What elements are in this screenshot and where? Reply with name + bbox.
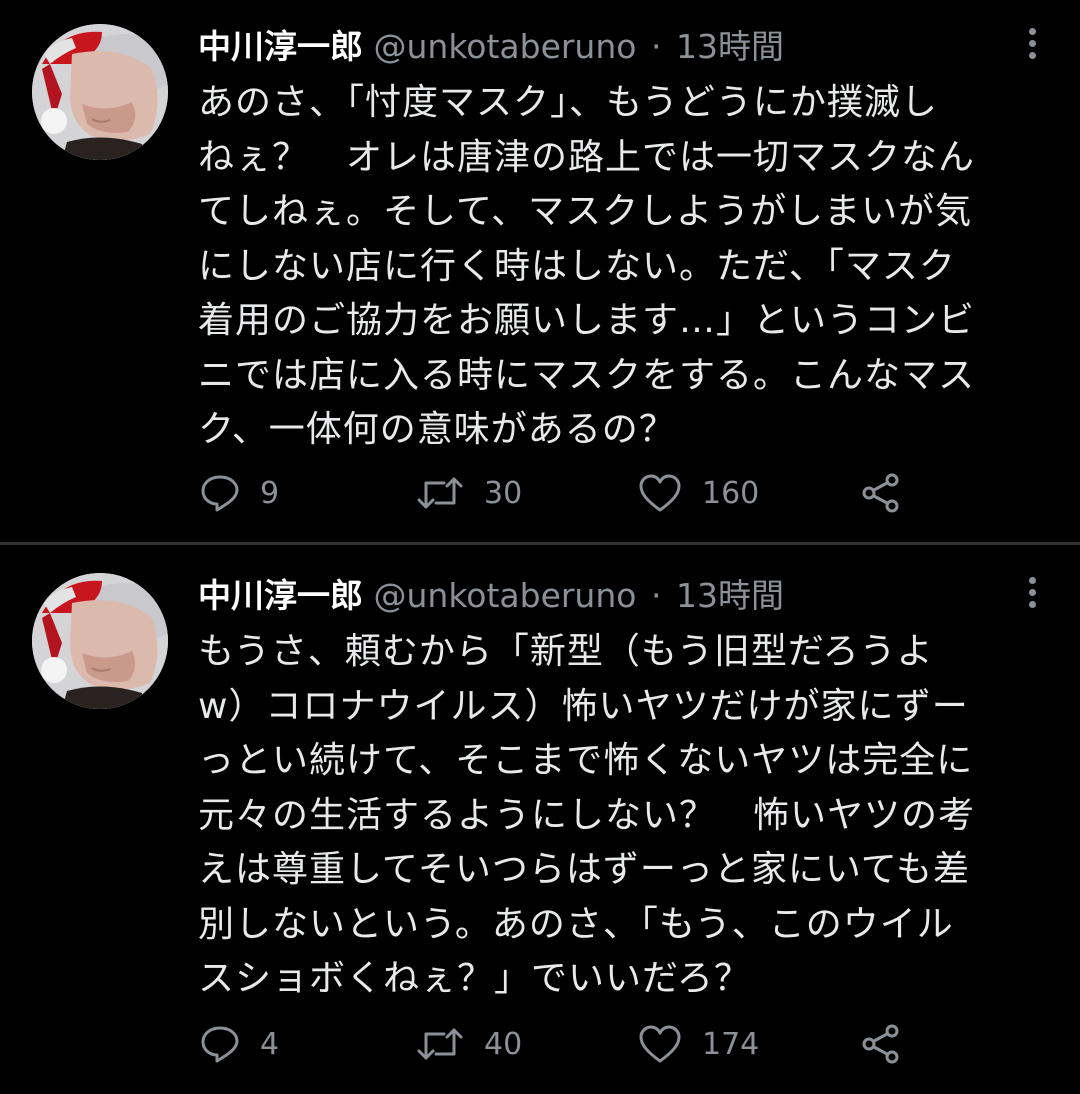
like-count: 160: [702, 475, 760, 511]
author-name[interactable]: 中川淳一郎: [198, 27, 363, 66]
more-vertical-icon[interactable]: [1024, 28, 1040, 68]
tweet-actions: 4 40 174: [200, 1019, 960, 1069]
tweet-text-line: ねぇ？ オレは唐津の路上では一切マスクなん: [198, 136, 976, 178]
retweet-count: 30: [484, 475, 523, 511]
author-handle[interactable]: @unkotaberuno: [374, 27, 637, 66]
tweet-header: 中川淳一郎 @unkotaberuno · 13時間: [198, 573, 1018, 623]
tweet-text-line: てしねぇ。そして、マスクしようがしまいが気: [198, 191, 973, 232]
like-button[interactable]: 174: [638, 1019, 759, 1069]
retweet-button[interactable]: 30: [416, 468, 522, 518]
more-vertical-icon[interactable]: [1024, 577, 1040, 617]
tweet-text-line: あのさ、「忖度マスク」、もうどうにか撲滅し: [198, 82, 938, 123]
share-icon: [862, 473, 899, 513]
tweet-header: 中川淳一郎 @unkotaberuno · 13時間: [198, 24, 1018, 74]
retweet-icon: [417, 477, 463, 509]
avatar-image: [32, 573, 168, 709]
tweet-text-line: っとい続けて、そこまで怖くないヤツは完全に: [198, 740, 974, 781]
share-icon: [862, 1024, 899, 1064]
tweet-text-line: 着用のご協力をお願いします…」というコンビ: [198, 300, 976, 341]
tweet-text-line: w）コロナウイルス）怖いヤツだけが家にずー: [198, 685, 969, 727]
heart-icon: [639, 474, 681, 512]
tweet-text-line: 別しないという。あのさ、「もう、このウイル: [198, 903, 954, 945]
share-button[interactable]: [860, 1019, 922, 1069]
separator-dot: ·: [650, 576, 662, 615]
retweet-button[interactable]: 40: [416, 1019, 522, 1069]
tweet-text-line: にしない店に行く時はしない。ただ、「マスク: [198, 245, 956, 287]
timestamp[interactable]: 13時間: [676, 576, 784, 615]
timestamp[interactable]: 13時間: [676, 27, 784, 66]
retweet-icon: [417, 1028, 463, 1060]
reply-icon: [201, 1026, 239, 1063]
tweet-text-line: 元々の生活するようにしない？ 怖いヤツの考: [198, 794, 976, 836]
separator-dot: ·: [650, 27, 662, 66]
like-count: 174: [702, 1026, 760, 1062]
tweet-text-line: スショボくねぇ？」でいいだろ？: [198, 958, 751, 999]
tweet[interactable]: 中川淳一郎 @unkotaberuno · 13時間 あのさ、「忖度マスク」、も…: [0, 0, 1080, 542]
author-handle[interactable]: @unkotaberuno: [374, 576, 637, 615]
tweet-text: あのさ、「忖度マスク」、もうどうにか撲滅し ねぇ？ オレは唐津の路上では一切マス…: [198, 76, 1048, 458]
author-name[interactable]: 中川淳一郎: [198, 576, 363, 615]
avatar-image: [32, 24, 168, 160]
retweet-count: 40: [484, 1026, 523, 1062]
like-button[interactable]: 160: [638, 468, 759, 518]
tweet-text-line: ク、一体何の意味があるの？: [198, 409, 676, 450]
reply-button[interactable]: 4: [200, 1019, 279, 1069]
share-button[interactable]: [860, 468, 922, 518]
reply-count: 9: [260, 475, 280, 511]
tweet-text-line: もうさ、頼むから「新型（もう旧型だろうよ: [198, 631, 934, 672]
tweet-actions: 9 30 160: [200, 468, 960, 518]
avatar[interactable]: [32, 24, 168, 160]
heart-icon: [639, 1025, 681, 1063]
tweet-text: もうさ、頼むから「新型（もう旧型だろうよ w）コロナウイルス）怖いヤツだけが家に…: [198, 625, 1048, 1007]
reply-count: 4: [260, 1026, 280, 1062]
reply-button[interactable]: 9: [200, 468, 279, 518]
tweet[interactable]: 中川淳一郎 @unkotaberuno · 13時間 もうさ、頼むから「新型（も…: [0, 545, 1080, 1094]
avatar[interactable]: [32, 573, 168, 709]
reply-icon: [201, 475, 239, 512]
tweet-text-line: えは尊重してそいつらはずーっと家にいても差: [198, 849, 970, 890]
tweet-text-line: ニでは店に入る時にマスクをする。こんなマス: [198, 354, 976, 396]
